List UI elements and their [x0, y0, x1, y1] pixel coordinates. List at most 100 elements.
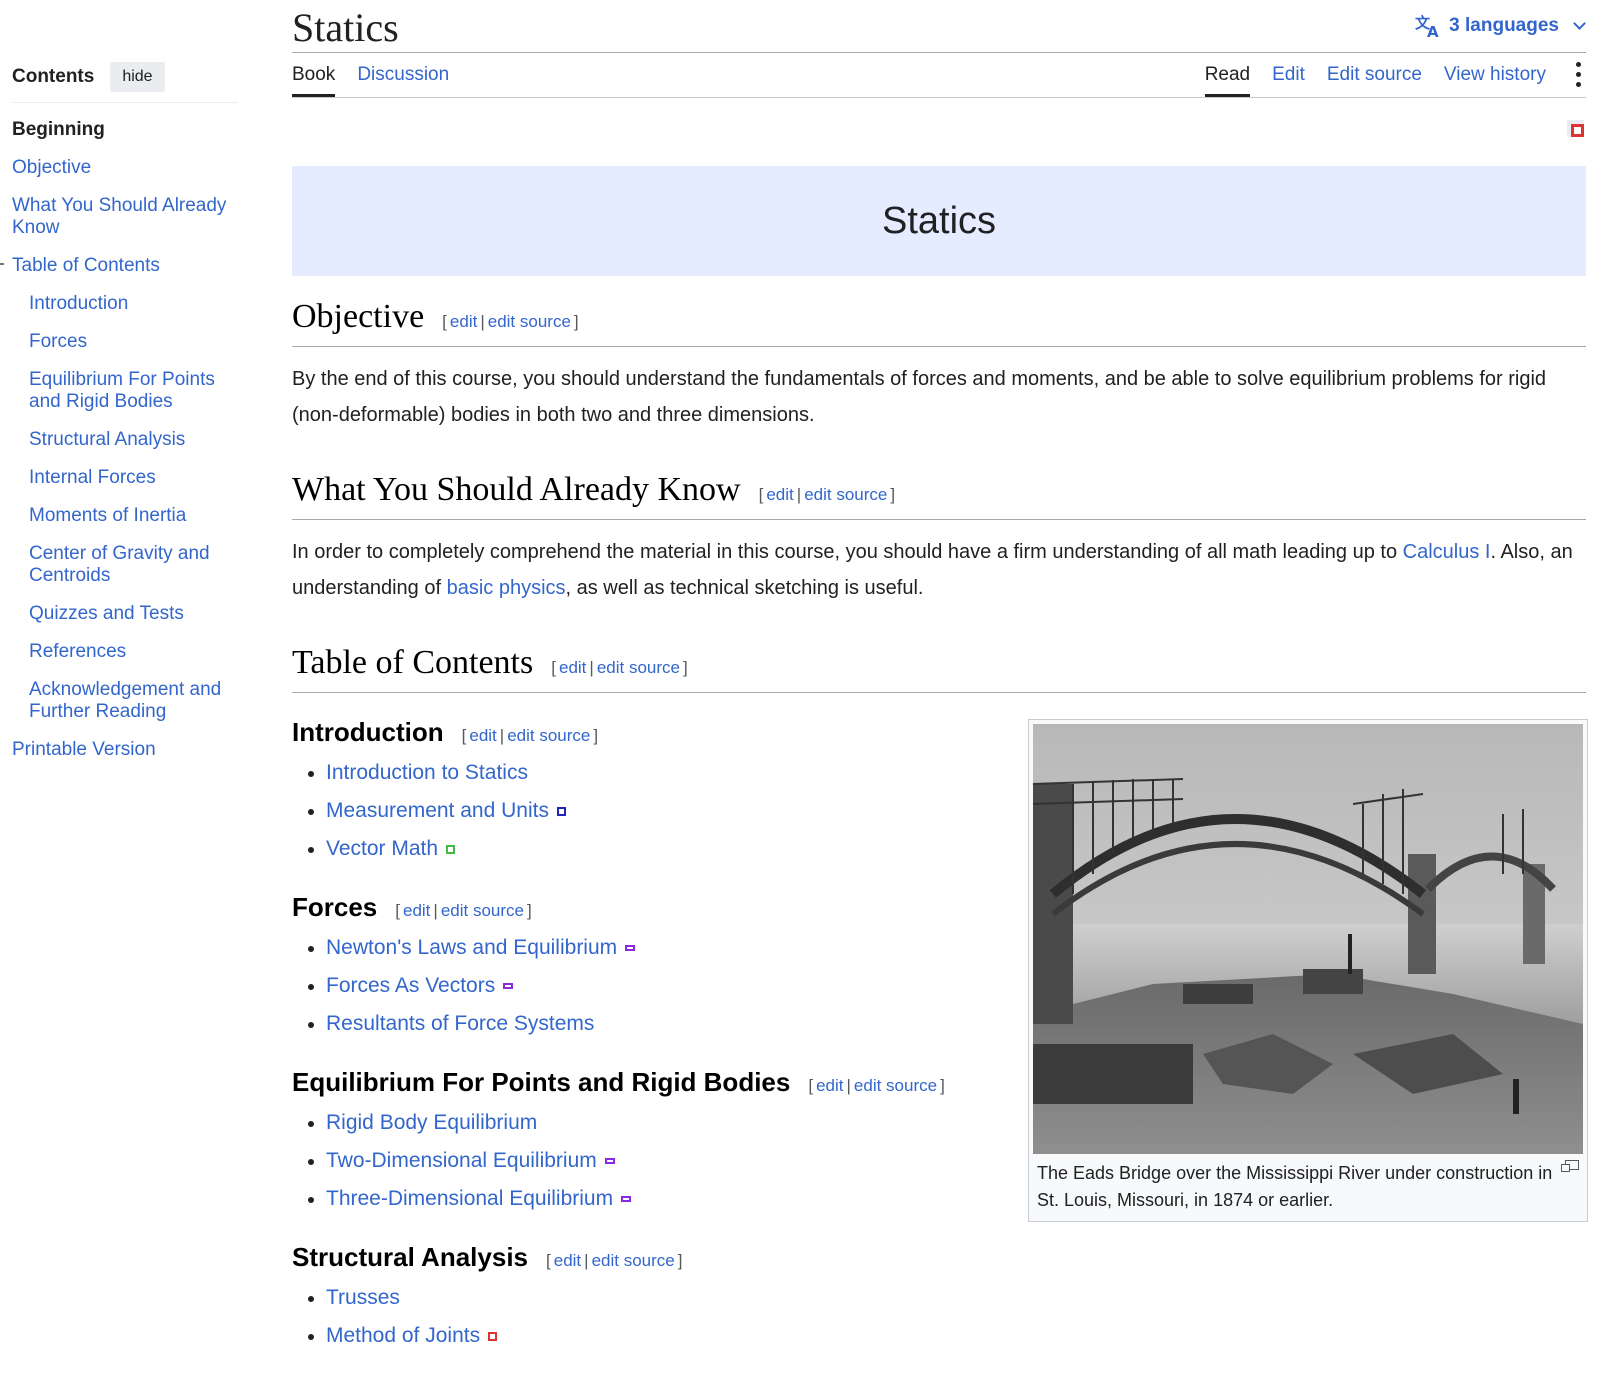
section-heading-already-know: What You Should Already Know [edit | edit … — [292, 471, 1586, 520]
subsection-forces: Forces [edit | edit source] Newton's Laws an… — [292, 892, 982, 1037]
completion-status-icon — [604, 1158, 615, 1165]
list-item: Forces As Vectors — [308, 973, 982, 999]
edit-source-link[interactable]: edit source — [507, 726, 590, 745]
title-divider — [292, 52, 1586, 53]
edit-link[interactable]: edit — [403, 901, 430, 920]
chapter-list: Introduction[edit | edit source] Introducti… — [292, 717, 982, 1349]
completion-status-icon — [621, 1196, 632, 1203]
toc-item[interactable]: Equilibrium For Points and Rigid Bodies — [29, 369, 238, 413]
page-status-icon[interactable] — [1571, 124, 1584, 137]
subsection-heading: Introduction [edit | edit source] — [292, 717, 982, 748]
edit-source-link[interactable]: edit source — [488, 312, 571, 331]
toc-item[interactable]: Forces — [29, 331, 238, 353]
toc-item[interactable]: Internal Forces — [29, 467, 238, 489]
toc-item[interactable]: Table of Contents — [0, 255, 238, 277]
chapter-link[interactable]: Introduction to Statics — [326, 761, 528, 784]
heading-text: Structural Analysis — [292, 1242, 529, 1272]
toc-item[interactable]: References — [29, 641, 238, 663]
completion-status-icon — [556, 806, 566, 816]
completion-status-icon — [488, 1331, 498, 1341]
chapter-link[interactable]: Trusses — [326, 1286, 400, 1309]
edit-section-links: [edit | edit source] — [395, 901, 532, 920]
chapter-link[interactable]: Two-Dimensional Equilibrium — [326, 1149, 597, 1172]
toc-header: Contents hide — [12, 62, 238, 103]
toc-item[interactable]: Structural Analysis — [29, 429, 238, 451]
heading-text: Objective — [292, 298, 425, 335]
collapse-caret-icon[interactable] — [0, 263, 4, 265]
calculus-link[interactable]: Calculus I — [1403, 541, 1491, 563]
more-actions-icon[interactable] — [1576, 62, 1582, 87]
section-heading-table-of-contents: Table of Contents [edit | edit source] — [292, 644, 1586, 693]
tab-book[interactable]: Book — [292, 64, 336, 97]
list-item: Newton's Laws and Equilibrium — [308, 935, 982, 961]
edit-link[interactable]: edit — [766, 485, 793, 504]
eads-bridge-photo[interactable] — [1033, 724, 1583, 1154]
edit-link[interactable]: edit — [450, 312, 477, 331]
chapter-links: Rigid Body Equilibrium Two-Dimensional Eq… — [308, 1110, 982, 1212]
language-selector-button[interactable]: 文 A 3 languages — [1415, 14, 1586, 38]
completion-status-icon — [503, 983, 514, 990]
edit-source-link[interactable]: edit source — [804, 485, 887, 504]
chapter-link[interactable]: Method of Joints — [326, 1324, 480, 1347]
heading-text: Forces — [292, 892, 378, 922]
tab-read[interactable]: Read — [1204, 64, 1251, 97]
language-label: 3 languages — [1449, 15, 1559, 36]
edit-source-link[interactable]: edit source — [854, 1076, 937, 1095]
edit-source-link[interactable]: edit source — [441, 901, 524, 920]
prerequisites-text: In order to completely comprehend the ma… — [292, 541, 1573, 599]
page-title: Statics — [292, 5, 399, 50]
edit-link[interactable]: edit — [559, 658, 586, 677]
basic-physics-link[interactable]: basic physics — [447, 577, 566, 599]
toc-item[interactable]: Center of Gravity and Centroids — [29, 543, 238, 587]
heading-text: Equilibrium For Points and Rigid Bodies — [292, 1067, 791, 1097]
chapter-links: Newton's Laws and Equilibrium Forces As V… — [308, 935, 982, 1037]
edit-link[interactable]: edit — [816, 1076, 843, 1095]
toc-item[interactable]: Beginning — [12, 119, 238, 141]
edit-section-links: [edit | edit source] — [442, 312, 579, 331]
list-item: Three-Dimensional Equilibrium — [308, 1186, 982, 1212]
list-item: Method of Joints — [308, 1323, 982, 1349]
tab-view-history[interactable]: View history — [1444, 64, 1546, 97]
chapter-link[interactable]: Rigid Body Equilibrium — [326, 1111, 537, 1134]
edit-source-link[interactable]: edit source — [592, 1251, 675, 1270]
toc-list: Beginning Objective What You Should Alread… — [0, 119, 238, 761]
bridge-image — [1033, 724, 1583, 1154]
list-item: Rigid Body Equilibrium — [308, 1110, 982, 1136]
namespace-tabs: Book Discussion — [292, 64, 449, 97]
tab-edit-source[interactable]: Edit source — [1327, 64, 1422, 97]
chapter-link[interactable]: Forces As Vectors — [326, 974, 495, 997]
toc-item[interactable]: Moments of Inertia — [29, 505, 238, 527]
toc-hide-button[interactable]: hide — [110, 62, 165, 92]
edit-source-link[interactable]: edit source — [597, 658, 680, 677]
toc-title: Contents — [12, 66, 95, 87]
enlarge-icon[interactable] — [1561, 1160, 1579, 1172]
completion-status-icon — [446, 844, 456, 854]
edit-link[interactable]: edit — [469, 726, 496, 745]
list-item: Two-Dimensional Equilibrium — [308, 1148, 982, 1174]
svg-text:A: A — [1427, 23, 1439, 38]
toc-item[interactable]: Quizzes and Tests — [29, 603, 238, 625]
list-item: Introduction to Statics — [308, 760, 982, 786]
chapter-link[interactable]: Vector Math — [326, 837, 438, 860]
chapter-link[interactable]: Measurement and Units — [326, 799, 549, 822]
toc-item[interactable]: Acknowledgement and Further Reading — [29, 679, 238, 723]
chapter-link[interactable]: Resultants of Force Systems — [326, 1012, 594, 1035]
toc-item[interactable]: What You Should Already Know — [12, 195, 238, 239]
subsection-heading: Forces [edit | edit source] — [292, 892, 982, 923]
heading-text: Table of Contents — [292, 644, 534, 681]
tab-discussion[interactable]: Discussion — [357, 64, 449, 97]
eads-bridge-figure: The Eads Bridge over the Mississippi Riv… — [1028, 719, 1588, 1222]
toc-item[interactable]: Introduction — [29, 293, 238, 315]
figure-caption: The Eads Bridge over the Mississippi Riv… — [1033, 1154, 1583, 1214]
book-banner: Statics — [292, 166, 1586, 276]
edit-link[interactable]: edit — [554, 1251, 581, 1270]
edit-section-links: [edit | edit source] — [758, 485, 896, 504]
tab-edit[interactable]: Edit — [1272, 64, 1305, 97]
section-heading-objective: Objective [edit | edit source] — [292, 298, 1586, 347]
toc-item[interactable]: Printable Version — [12, 739, 238, 761]
chapter-link[interactable]: Newton's Laws and Equilibrium — [326, 936, 617, 959]
chapter-link[interactable]: Three-Dimensional Equilibrium — [326, 1187, 613, 1210]
list-item: Resultants of Force Systems — [308, 1011, 982, 1037]
translate-icon: 文 A — [1415, 14, 1439, 38]
toc-item[interactable]: Objective — [12, 157, 238, 179]
